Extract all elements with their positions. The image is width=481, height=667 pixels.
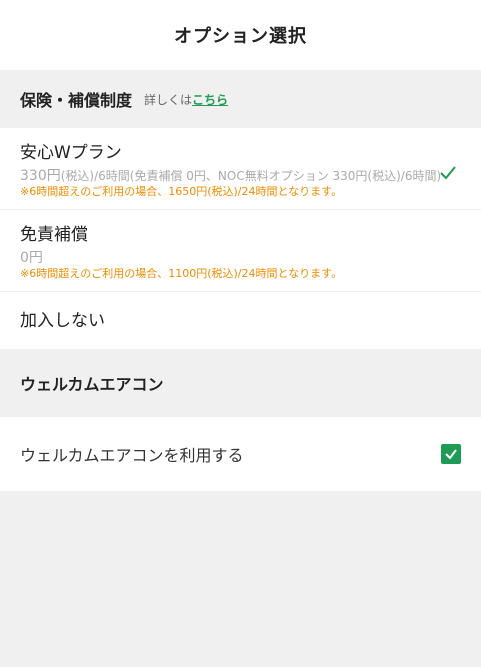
option-no-insurance[interactable]: 加入しない xyxy=(0,292,481,349)
checkmark-icon xyxy=(440,166,456,180)
checkbox-checked-icon[interactable] xyxy=(441,444,461,464)
page-title: オプション選択 xyxy=(174,26,307,47)
option-price-detail: 330円(税込)/6時間(免責補償 0円、NOC無料オプション 330円(税込)… xyxy=(20,169,461,183)
option-menseki-hosho[interactable]: 免責補償 0円 ※6時間超えのご利用の場合、1100円(税込)/24時間となりま… xyxy=(0,210,481,292)
details-note-text: 詳しくは xyxy=(144,92,193,107)
option-note: ※6時間超えのご利用の場合、1650円(税込)/24時間となります。 xyxy=(20,185,343,198)
page-header: オプション選択 xyxy=(0,0,481,70)
option-title: 加入しない xyxy=(20,311,105,331)
welcome-aircon-label: ウェルカムエアコンを利用する xyxy=(20,446,244,465)
checkbox-tick-icon xyxy=(445,449,457,460)
details-note: 詳しくはこちら xyxy=(144,91,228,108)
option-title: 安心Wプラン xyxy=(20,143,122,163)
welcome-aircon-option[interactable]: ウェルカムエアコンを利用する xyxy=(0,417,481,491)
insurance-section-header: 保険・補償制度 詳しくはこちら xyxy=(0,70,481,128)
option-note: ※6時間超えのご利用の場合、1100円(税込)/24時間となります。 xyxy=(20,267,343,280)
option-selection-screen: オプション選択 保険・補償制度 詳しくはこちら 安心Wプラン 330円(税込)/… xyxy=(0,0,481,667)
option-price: 0円 xyxy=(20,250,43,266)
welcome-section-header: ウェルカムエアコン xyxy=(0,349,481,417)
insurance-options-list: 安心Wプラン 330円(税込)/6時間(免責補償 0円、NOC無料オプション 3… xyxy=(0,128,481,349)
welcome-section-title: ウェルカムエアコン xyxy=(20,375,164,394)
option-title: 免責補償 xyxy=(20,225,88,245)
option-detail: (税込)/6時間(免責補償 0円、NOC無料オプション 330円(税込)/6時間… xyxy=(60,169,442,183)
option-price: 330円 xyxy=(20,168,61,184)
option-anshin-w-plan[interactable]: 安心Wプラン 330円(税込)/6時間(免責補償 0円、NOC無料オプション 3… xyxy=(0,128,481,210)
insurance-section-title: 保険・補償制度 xyxy=(20,91,133,110)
details-link[interactable]: こちら xyxy=(192,93,228,107)
